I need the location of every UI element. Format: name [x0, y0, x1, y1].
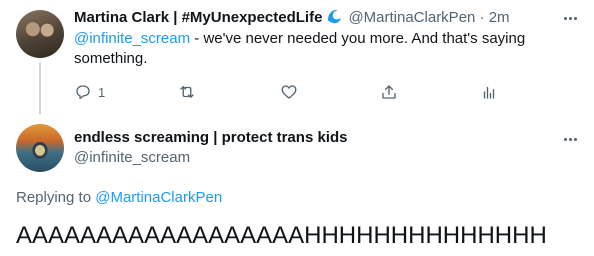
tweet1-more-icon[interactable] [562, 9, 580, 27]
retweet-button[interactable] [178, 82, 196, 102]
share-icon [382, 85, 396, 99]
avatar-endless-screaming[interactable] [16, 124, 64, 172]
reply-button[interactable]: 1 [74, 82, 105, 102]
tweet1-mention-link[interactable]: @infinite_scream [74, 30, 190, 47]
replying-to-label: Replying to [16, 189, 96, 206]
replying-to-handle-link[interactable]: @MartinaClarkPen [95, 189, 222, 206]
tweet2-more-icon[interactable] [562, 130, 580, 148]
analytics-button[interactable] [480, 82, 498, 102]
heart-icon [281, 85, 297, 99]
tweet2-text: AAAAAAAAAAAAAAAAAAHHHHHHHHHHHHHH [16, 222, 547, 249]
reply-count: 1 [98, 84, 106, 100]
analytics-icon [483, 86, 495, 99]
tweet1-handle[interactable]: @MartinaClarkPen [348, 9, 475, 26]
share-button[interactable] [380, 82, 398, 102]
tweet1-header: Martina Clark | #MyUnexpectedLife @Martin… [74, 7, 510, 28]
tweet2-name-link[interactable]: endless screaming | protect trans kids [74, 129, 347, 146]
tweet1-timestamp[interactable]: 2m [489, 9, 510, 26]
tweet1-text: - we've never needed you more. And that'… [190, 30, 526, 47]
tweet1-separator: · [479, 9, 485, 26]
tweet1-text-line2: something. [74, 50, 148, 67]
avatar-martina-clark[interactable] [16, 10, 64, 58]
replying-to-line: Replying to @MartinaClarkPen [16, 188, 222, 208]
like-button[interactable] [280, 82, 298, 102]
tweet2-display-name: endless screaming | protect trans kids [74, 128, 347, 148]
tweet1-text-line1: @infinite_scream - we've never needed yo… [74, 29, 525, 49]
reply-icon [76, 85, 90, 100]
tweet2-handle[interactable]: @infinite_scream [74, 148, 190, 168]
thread-connector-line [39, 62, 41, 114]
tweet1-display-name[interactable]: Martina Clark | #MyUnexpectedLife [74, 9, 322, 26]
wave-badge-icon [326, 7, 344, 25]
retweet-icon [180, 86, 194, 98]
